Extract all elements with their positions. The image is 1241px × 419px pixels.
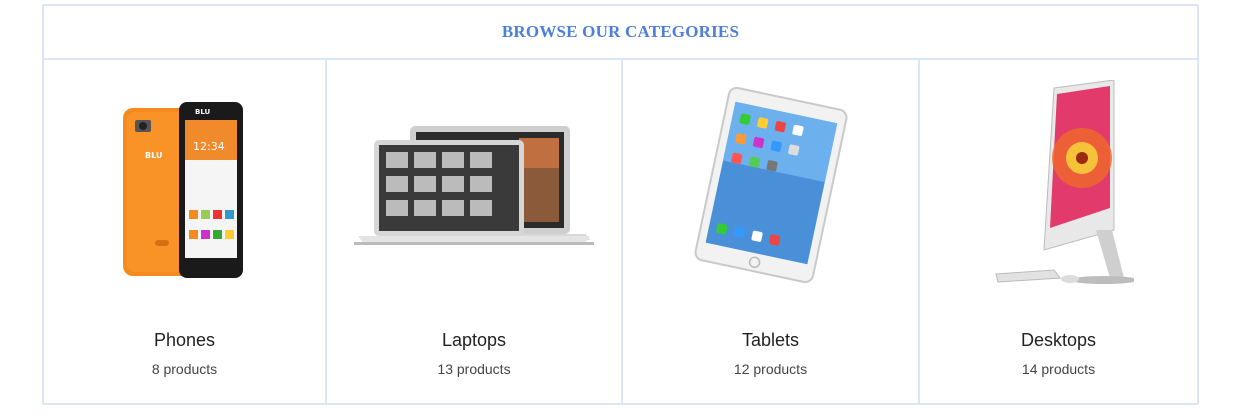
category-name[interactable]: Phones [154, 330, 215, 351]
svg-text:12:34: 12:34 [193, 140, 225, 153]
category-count: 14 products [1021, 361, 1096, 377]
svg-text:BLU: BLU [195, 108, 211, 116]
desktop-image[interactable] [920, 60, 1197, 310]
tablet-icon [694, 86, 847, 284]
category-card-phones[interactable]: BLU 12:34 BLU Phones 8 products [44, 60, 327, 403]
category-name[interactable]: Desktops [1021, 330, 1096, 351]
category-name[interactable]: Tablets [742, 330, 799, 351]
category-card-laptops[interactable]: Laptops 13 products [327, 60, 623, 403]
category-name[interactable]: Laptops [442, 330, 506, 351]
panel-title: BROWSE OUR CATEGORIES [501, 22, 740, 41]
category-card-tablets[interactable]: Tablets 12 products [623, 60, 920, 403]
phone-image[interactable]: BLU 12:34 BLU [44, 60, 325, 310]
category-count: 8 products [151, 361, 218, 377]
category-count: 12 products [733, 361, 808, 377]
categories-grid: BLU 12:34 BLU Phones 8 products Laptops … [44, 60, 1197, 403]
categories-panel: BROWSE OUR CATEGORIES BLU 12:34 BLU Phon… [42, 4, 1199, 405]
phone-icon: BLU 12:34 BLU [122, 102, 243, 278]
desktop-icon [994, 80, 1134, 284]
svg-text:BLU: BLU [145, 151, 162, 160]
category-card-desktops[interactable]: Desktops 14 products [920, 60, 1197, 403]
tablet-image[interactable] [623, 60, 918, 310]
laptop-image[interactable] [327, 60, 621, 310]
panel-header: BROWSE OUR CATEGORIES [44, 6, 1197, 60]
category-count: 13 products [437, 361, 511, 377]
laptop-icon [354, 126, 594, 245]
